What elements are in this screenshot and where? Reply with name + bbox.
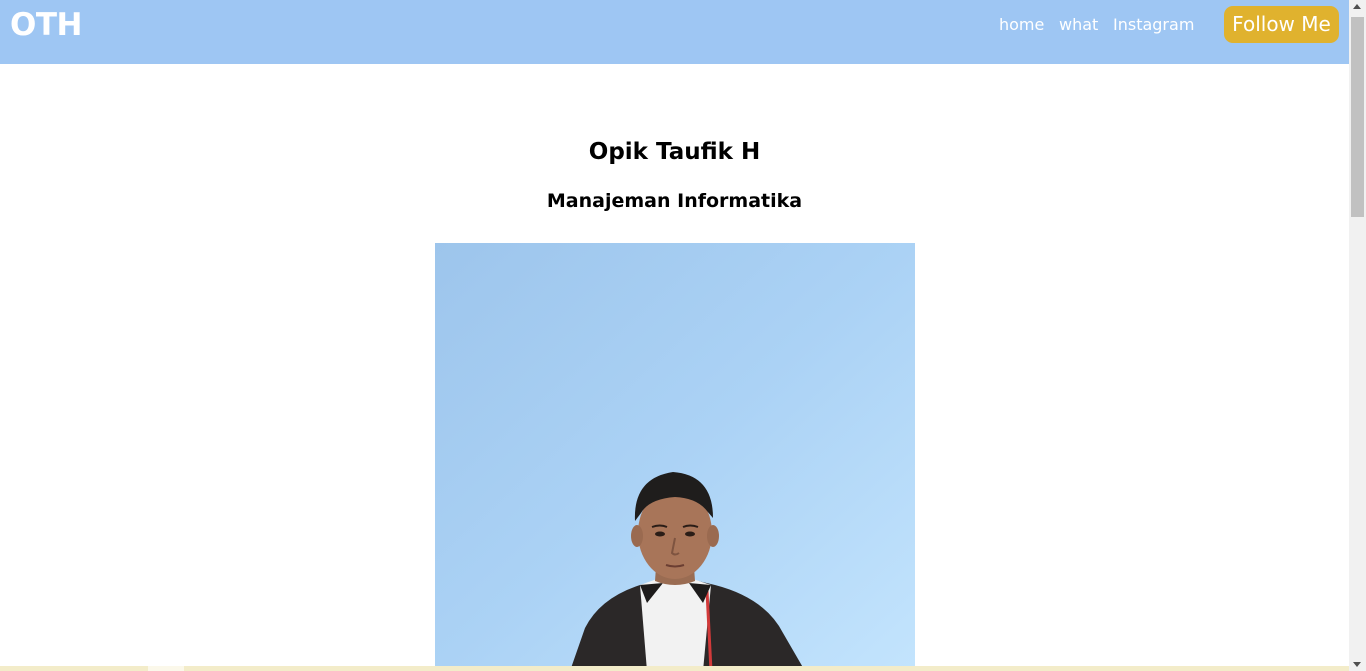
follow-me-button[interactable]: Follow Me [1224,6,1339,43]
bottom-strip-mark [148,666,184,671]
nav-link-instagram[interactable]: Instagram [1113,14,1194,36]
profile-major: Manajeman Informatika [546,190,803,212]
portrait-photo-icon [435,243,915,671]
nav-link-home[interactable]: home [999,14,1044,36]
nav-link-what[interactable]: what [1059,14,1098,36]
navbar: OTH home what Instagram Follow Me [0,0,1349,64]
profile-photo [435,243,915,671]
page: OTH home what Instagram Follow Me Opik T… [0,0,1349,671]
scroll-thumb[interactable] [1351,17,1364,217]
scroll-down-arrow-icon[interactable] [1353,662,1361,667]
bottom-strip [0,666,1349,671]
profile-name: Opik Taufik H [588,139,761,165]
scroll-up-arrow-icon[interactable] [1353,4,1361,9]
vertical-scrollbar[interactable] [1349,0,1366,671]
brand-logo[interactable]: OTH [10,6,82,44]
